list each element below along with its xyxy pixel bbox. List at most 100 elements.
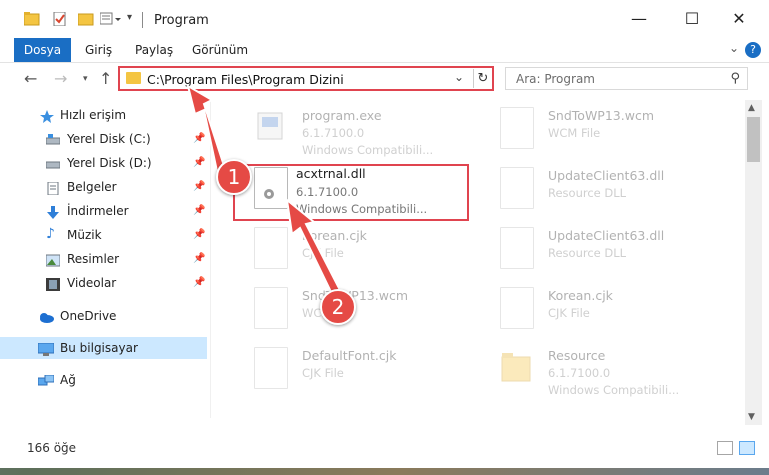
search-input[interactable]: Ara: Program ⚲: [505, 67, 748, 90]
tiles-view-icon[interactable]: [739, 441, 755, 455]
pin-icon[interactable]: 📌: [193, 248, 205, 270]
sidebar-item-local-disk-c[interactable]: Yerel Disk (C:) 📌: [0, 128, 207, 150]
forward-arrow-icon[interactable]: →: [54, 69, 67, 88]
sidebar-item-documents[interactable]: Belgeler 📌: [0, 176, 207, 198]
sidebar-item-label: Müzik: [67, 228, 102, 242]
download-icon: [46, 204, 60, 219]
sidebar-item-label: Yerel Disk (C:): [67, 132, 151, 146]
properties-icon[interactable]: [52, 11, 68, 27]
scroll-thumb[interactable]: [747, 117, 760, 162]
close-button[interactable]: ✕: [724, 6, 754, 32]
sidebar-item-label: Bu bilgisayar: [60, 341, 138, 355]
pin-icon[interactable]: 📌: [193, 176, 205, 198]
title-separator: [142, 12, 143, 28]
address-path: C:\Program Files\Program Dizini: [147, 72, 344, 87]
file-type: Resource DLL: [548, 186, 627, 200]
pin-icon[interactable]: 📌: [193, 200, 205, 222]
file-item[interactable]: Korean.cjk CJK File: [480, 282, 720, 340]
step-2-badge: 2: [320, 289, 356, 325]
file-item[interactable]: Resource 6.1.7100.0 Windows Compatibili.…: [480, 342, 720, 400]
chevron-down-icon[interactable]: ⌄: [729, 41, 739, 55]
file-icon: [254, 287, 288, 329]
dll-icon: [500, 227, 534, 269]
tab-view[interactable]: Görünüm: [192, 38, 248, 62]
file-item[interactable]: Korean.cjk CJK File: [234, 222, 474, 280]
file-item[interactable]: UpdateClient63.dll Resource DLL: [480, 162, 720, 220]
file-name: SndToWP13.wcm: [548, 108, 654, 123]
maximize-button[interactable]: ☐: [677, 6, 707, 32]
sidebar-item-local-disk-d[interactable]: Yerel Disk (D:) 📌: [0, 152, 207, 174]
step-1-badge: 1: [216, 159, 252, 195]
file-icon: [254, 347, 288, 389]
file-item[interactable]: DefaultFont.cjk CJK File: [234, 342, 474, 400]
address-bar[interactable]: C:\Program Files\Program Dizini ⌄ ↻: [118, 66, 494, 91]
ribbon-tabs: Dosya Giriş Paylaş Görünüm ⌄ ?: [0, 38, 769, 63]
drive-icon: [45, 132, 61, 145]
sidebar-item-label: Resimler: [67, 252, 120, 266]
sidebar-item-label: Ağ: [60, 373, 76, 387]
back-arrow-icon[interactable]: ←: [24, 69, 37, 88]
file-description: Windows Compatibili...: [302, 143, 434, 157]
file-type: Resource DLL: [548, 246, 627, 260]
title-bar: ▾ Program — ☐ ✕: [0, 0, 769, 38]
file-name: UpdateClient63.dll: [548, 228, 665, 243]
status-bar: 166 öğe: [0, 435, 769, 463]
star-icon: [40, 108, 54, 123]
file-item[interactable]: UpdateClient63.dll Resource DLL: [480, 222, 720, 280]
file-description: Windows Compatibili...: [548, 383, 680, 397]
sidebar-item-music[interactable]: ♪ Müzik 📌: [0, 224, 207, 246]
pin-icon[interactable]: 📌: [193, 224, 205, 246]
up-arrow-icon[interactable]: ↑: [99, 69, 112, 88]
customize-toolbar-icon[interactable]: [99, 12, 121, 26]
refresh-icon[interactable]: ↻: [473, 69, 492, 88]
tab-share[interactable]: Paylaş: [135, 38, 173, 62]
item-count: 166 öğe: [27, 441, 77, 455]
help-button[interactable]: ?: [745, 42, 761, 58]
pin-icon[interactable]: 📌: [193, 128, 205, 150]
file-item[interactable]: SndToWP13.wcm WCM File: [480, 102, 720, 160]
pin-icon[interactable]: 📌: [193, 272, 205, 294]
file-name: Korean.cjk: [548, 288, 613, 303]
sidebar-item-onedrive[interactable]: OneDrive: [0, 305, 207, 327]
sidebar-item-videos[interactable]: Videolar 📌: [0, 272, 207, 294]
file-type: CJK File: [302, 246, 344, 260]
file-item[interactable]: program.exe 6.1.7100.0 Windows Compatibi…: [234, 102, 474, 160]
minimize-button[interactable]: —: [624, 6, 654, 32]
pane-divider[interactable]: [210, 100, 211, 418]
sidebar-item-label: Videolar: [67, 276, 117, 290]
file-version: 6.1.7100.0: [548, 366, 611, 380]
search-placeholder: Ara: Program: [516, 72, 595, 86]
sidebar-item-pictures[interactable]: Resimler 📌: [0, 248, 207, 270]
details-view-icon[interactable]: [717, 441, 733, 455]
window-title: Program: [154, 13, 209, 28]
file-name: program.exe: [302, 108, 382, 123]
file-list: program.exe 6.1.7100.0 Windows Compatibi…: [214, 100, 744, 420]
folder-icon: [126, 72, 141, 84]
scroll-down-icon[interactable]: ▼: [748, 412, 755, 422]
folder-icon: [500, 347, 532, 387]
file-name: Resource: [548, 348, 606, 363]
file-type: CJK File: [302, 366, 344, 380]
music-icon: ♪: [46, 226, 55, 242]
computer-icon: [37, 341, 55, 356]
new-folder-icon[interactable]: [77, 12, 94, 26]
dll-icon: [500, 167, 534, 209]
pin-icon[interactable]: 📌: [193, 152, 205, 174]
search-icon[interactable]: ⚲: [730, 71, 740, 86]
file-version: 6.1.7100.0: [302, 126, 365, 140]
sidebar-item-network[interactable]: Ağ: [0, 369, 207, 391]
sidebar-item-downloads[interactable]: İndirmeler 📌: [0, 200, 207, 222]
sidebar-item-quick-access[interactable]: Hızlı erişim: [0, 104, 207, 126]
recent-locations-icon[interactable]: ▾: [83, 74, 88, 84]
tab-home[interactable]: Giriş: [85, 38, 112, 62]
file-icon: [500, 287, 534, 329]
sidebar-item-label: OneDrive: [60, 309, 117, 323]
sidebar-item-this-pc[interactable]: Bu bilgisayar: [0, 337, 207, 359]
chevron-down-icon[interactable]: ⌄: [454, 70, 464, 84]
file-type: CJK File: [548, 306, 590, 320]
vertical-scrollbar[interactable]: ▲ ▼: [745, 100, 762, 425]
tab-file[interactable]: Dosya: [14, 38, 71, 62]
file-name: Korean.cjk: [302, 228, 367, 243]
scroll-up-icon[interactable]: ▲: [748, 103, 755, 113]
quick-access-dropdown-icon[interactable]: ▾: [127, 12, 143, 26]
